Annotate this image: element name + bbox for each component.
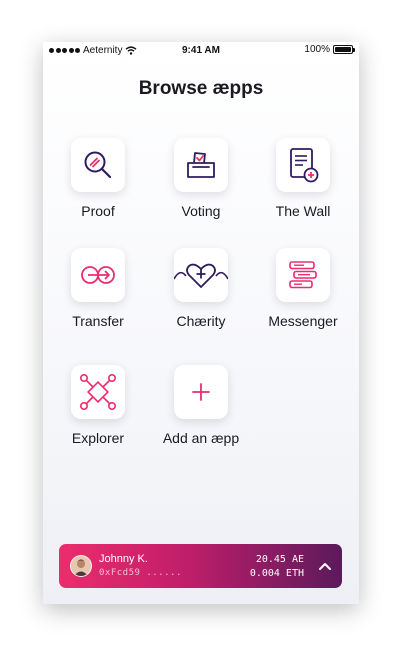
balance-ae: 20.45 AE — [255, 554, 304, 565]
app-label: Add an æpp — [162, 430, 240, 446]
app-tile — [174, 365, 228, 419]
add-app-button[interactable]: Add an æpp — [151, 365, 251, 446]
app-label: Voting — [181, 203, 221, 219]
battery-fill — [335, 47, 351, 52]
battery-group: 100% — [304, 44, 355, 55]
app-label: Messenger — [268, 313, 338, 329]
magnifier-icon — [84, 151, 112, 179]
messages-icon — [289, 261, 317, 289]
chevron-up-icon[interactable] — [317, 558, 333, 574]
app-label: Transfer — [72, 313, 124, 329]
status-bar: Aeternity 9:41 AM 100% — [43, 42, 359, 60]
app-messenger[interactable]: Messenger — [253, 248, 353, 329]
ballot-box-icon — [187, 152, 215, 178]
account-name: Johnny K. — [99, 553, 148, 565]
app-tile — [276, 248, 330, 302]
app-tile — [71, 138, 125, 192]
app-label: Explorer — [71, 430, 125, 446]
app-proof[interactable]: Proof — [48, 138, 148, 219]
account-balance: 20.45 AE 0.004 ETH — [250, 553, 304, 581]
heart-plus-icon — [174, 263, 228, 288]
app-label: The Wall — [275, 203, 331, 219]
network-nodes-icon — [79, 373, 116, 410]
app-label: Proof — [81, 203, 115, 219]
app-tile — [71, 365, 125, 419]
app-label: Chærity — [176, 313, 226, 329]
account-address: 0xFcd59 ...... — [99, 568, 182, 578]
app-transfer[interactable]: Transfer — [48, 248, 148, 329]
transfer-arrow-icon — [81, 266, 115, 284]
plus-icon — [192, 383, 210, 401]
document-add-icon — [290, 148, 319, 183]
app-tile — [174, 138, 228, 192]
app-tile — [71, 248, 125, 302]
battery-icon — [333, 45, 355, 54]
balance-eth: 0.004 ETH — [249, 568, 304, 579]
account-bar[interactable]: Johnny K. 0xFcd59 ...... 20.45 AE 0.004 … — [59, 544, 342, 588]
phone-screen: Aeternity 9:41 AM 100% Browse æpps Proof… — [43, 42, 359, 604]
battery-percent: 100% — [304, 44, 330, 55]
app-explorer[interactable]: Explorer — [48, 365, 148, 446]
app-chaerity[interactable]: Chærity — [151, 248, 251, 329]
app-the-wall[interactable]: The Wall — [253, 138, 353, 219]
app-voting[interactable]: Voting — [151, 138, 251, 219]
avatar — [70, 555, 92, 577]
page-title: Browse æpps — [138, 78, 264, 99]
app-tile — [276, 138, 330, 192]
app-tile — [174, 248, 228, 302]
